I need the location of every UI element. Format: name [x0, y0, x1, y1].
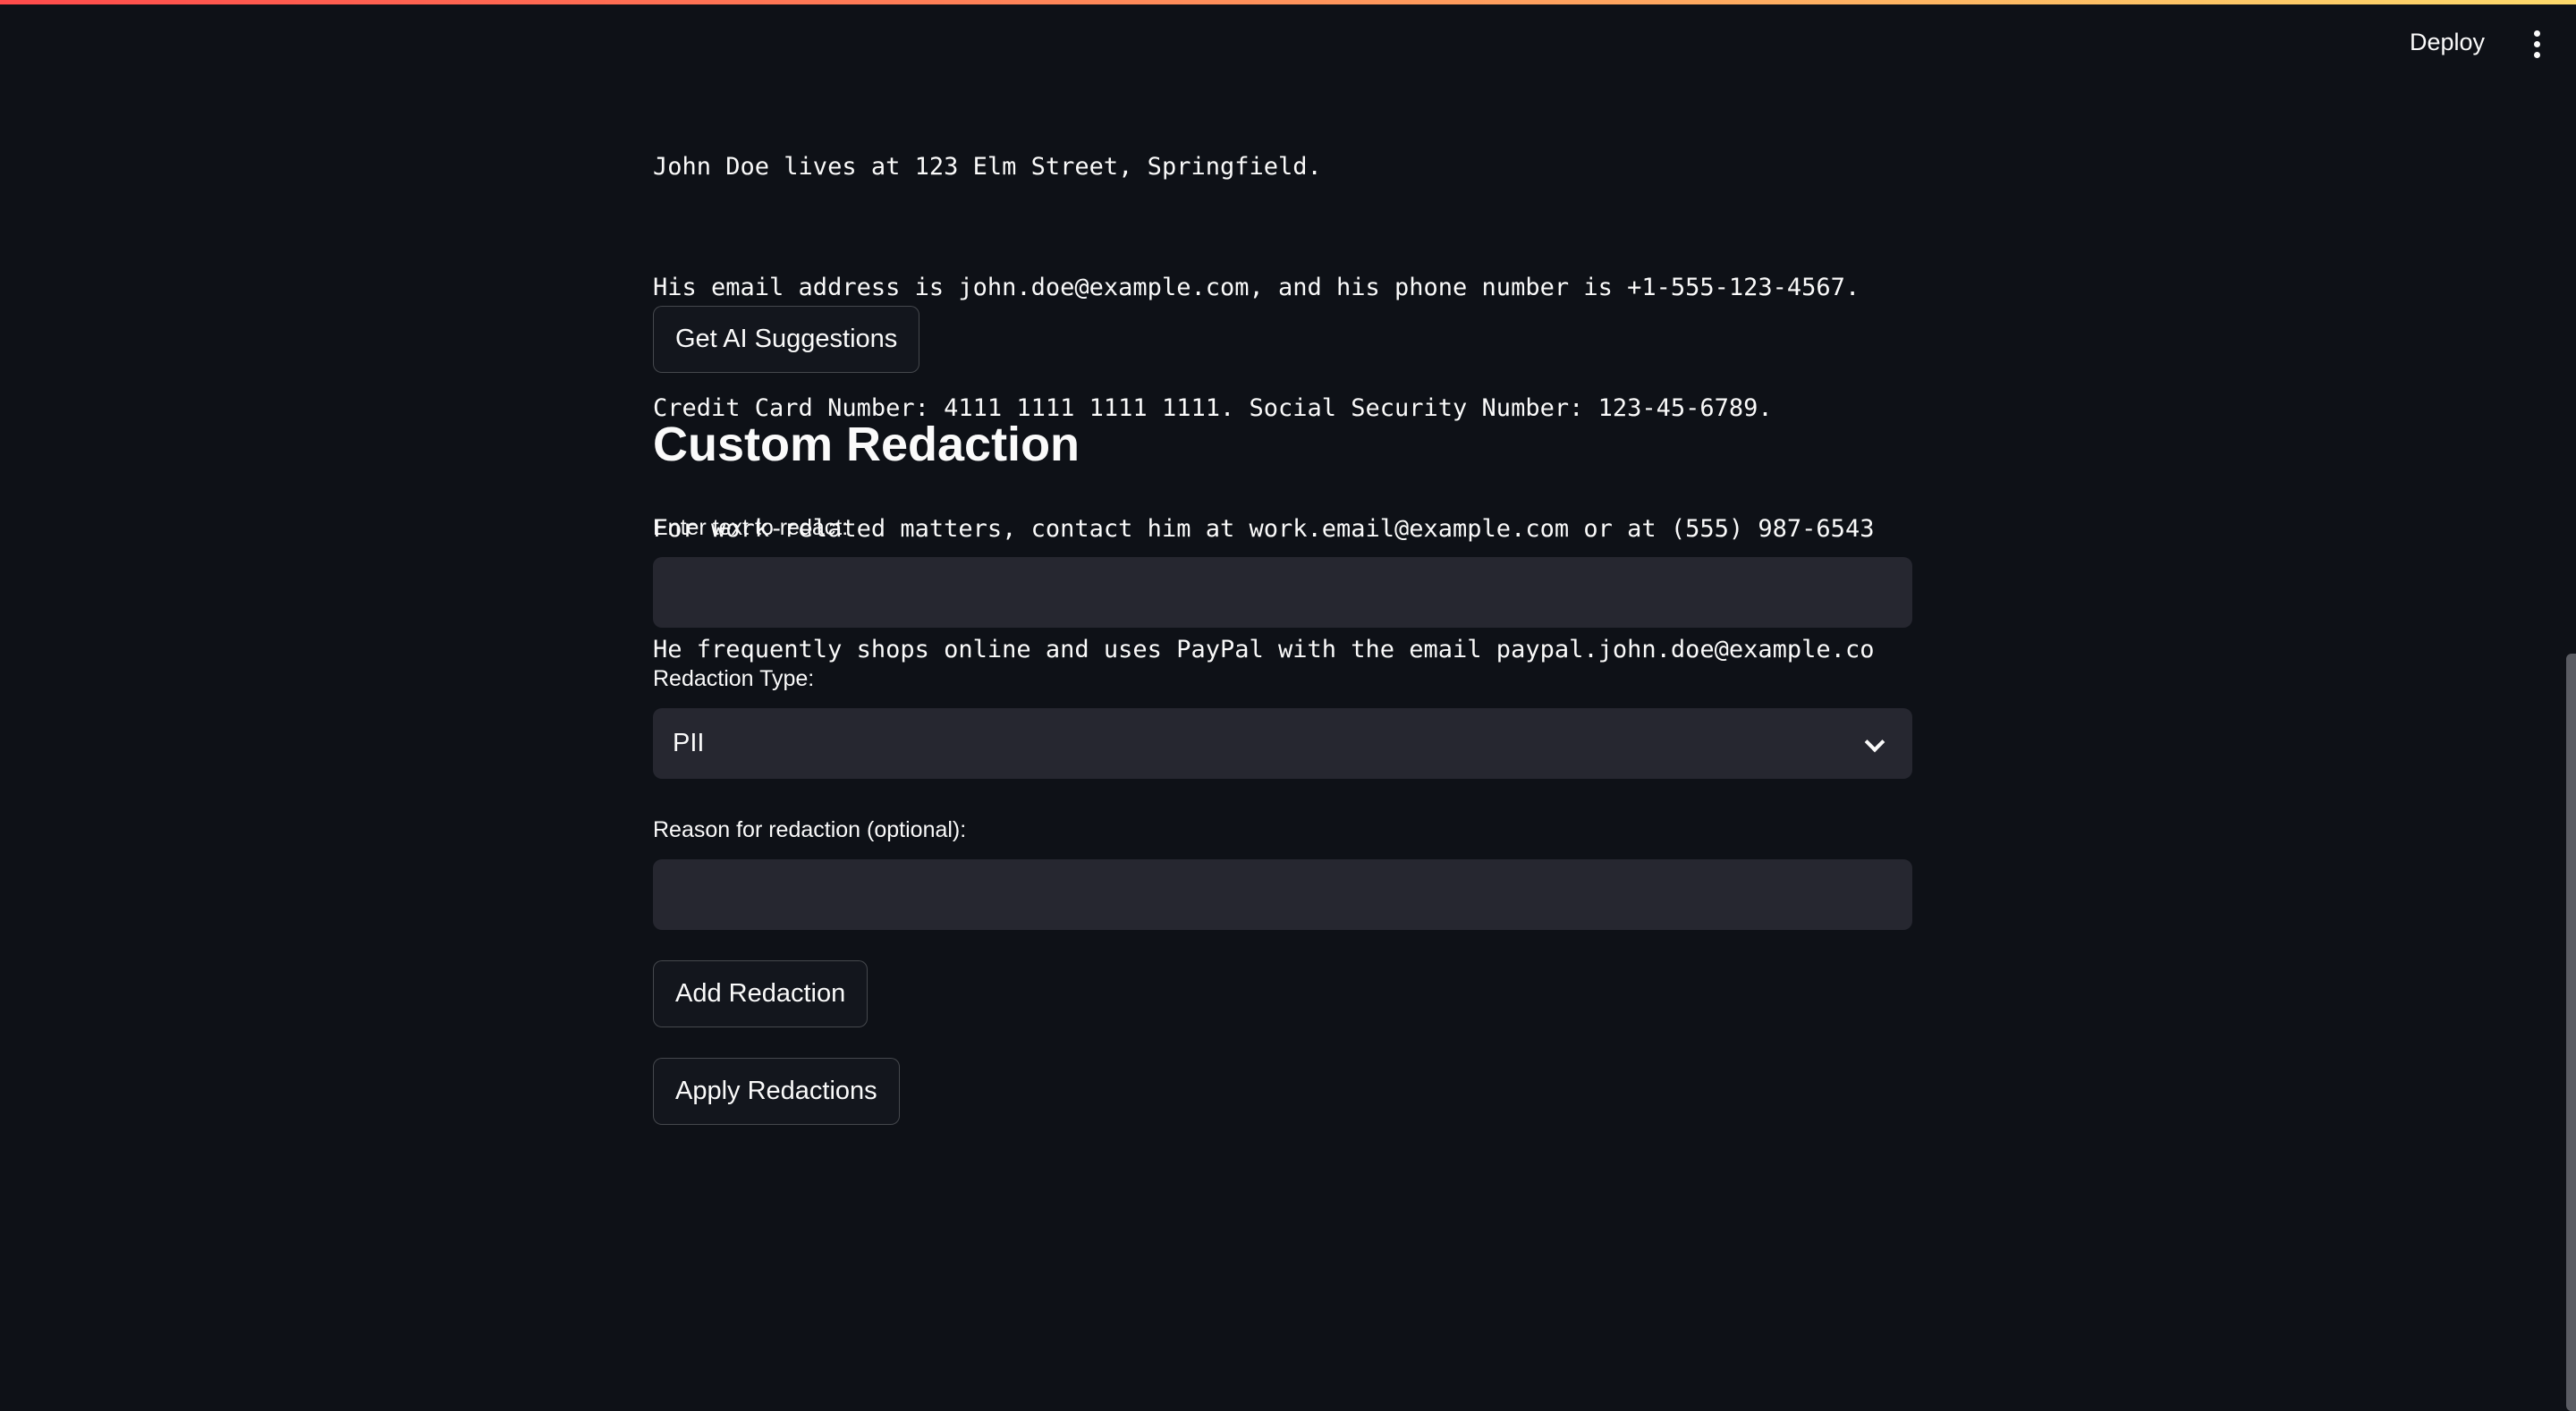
text-line: He frequently shops online and uses PayP…	[653, 636, 1875, 663]
reason-input[interactable]	[653, 859, 1912, 930]
add-redaction-button[interactable]: Add Redaction	[653, 960, 869, 1027]
chevron-down-icon	[1864, 731, 1885, 753]
text-to-redact-input[interactable]	[653, 557, 1912, 628]
text-line: John Doe lives at 123 Elm Street, Spring…	[653, 153, 1322, 181]
vertical-ellipsis-icon[interactable]	[2528, 30, 2546, 61]
deploy-button[interactable]: Deploy	[2397, 25, 2497, 60]
text-line: His email address is john.doe@example.co…	[653, 274, 1860, 301]
apply-redactions-button[interactable]: Apply Redactions	[653, 1058, 900, 1125]
section-title: Custom Redaction	[653, 418, 1080, 471]
top-decoration-bar	[0, 0, 2576, 4]
redaction-type-select[interactable]: PII	[653, 708, 1912, 779]
text-to-redact-label: Enter text to redact:	[653, 515, 849, 540]
redaction-type-value: PII	[673, 729, 705, 757]
app-header: Deploy	[0, 0, 2576, 79]
scrollbar[interactable]	[2566, 654, 2576, 1411]
get-ai-suggestions-button[interactable]: Get AI Suggestions	[653, 306, 920, 373]
reason-label: Reason for redaction (optional):	[653, 817, 967, 842]
redaction-type-label: Redaction Type:	[653, 666, 815, 691]
